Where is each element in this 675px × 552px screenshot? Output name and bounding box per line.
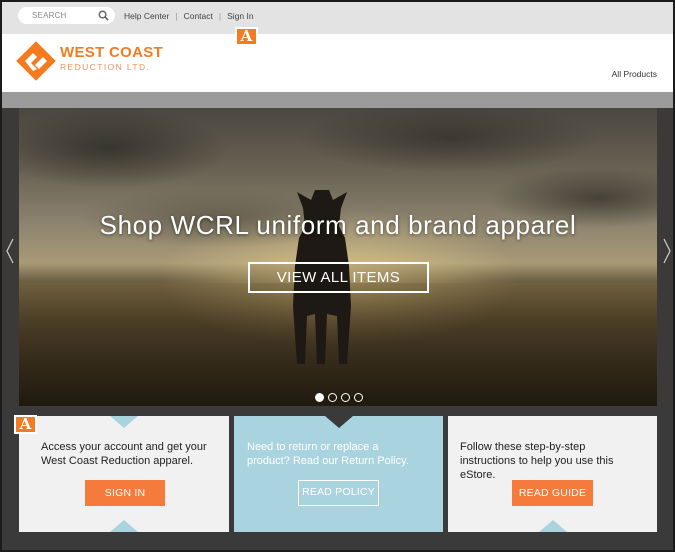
annotation-badge: A <box>14 415 37 434</box>
brand[interactable]: WEST COAST REDUCTION LTD. <box>60 44 163 73</box>
carousel-dot-4[interactable] <box>354 393 363 402</box>
hero-title: Shop WCRL uniform and brand apparel <box>99 210 577 240</box>
top-links: Help Center | Contact | Sign In <box>124 11 254 21</box>
carousel-dots <box>315 389 367 402</box>
chevron-right-icon[interactable] <box>662 237 672 265</box>
view-all-items-button[interactable]: VIEW ALL ITEMS <box>248 262 429 293</box>
browser-frame: SEARCH Help Center | Contact | Sign In WEST … <box>0 0 675 552</box>
read-guide-button[interactable]: READ GUIDE <box>512 480 593 506</box>
utility-bar: SEARCH Help Center | Contact | Sign In <box>2 2 673 34</box>
account-panel: Access your account and get your West Co… <box>19 416 229 532</box>
hero-banner: Shop WCRL uniform and brand apparel VIEW… <box>19 108 657 406</box>
chevron-left-icon[interactable] <box>5 237 15 265</box>
panel-notch <box>110 416 138 428</box>
search-placeholder: SEARCH <box>32 11 67 20</box>
company-logo[interactable] <box>16 41 56 81</box>
panel-notch <box>324 416 353 428</box>
return-policy-text: Need to return or replace a product? Rea… <box>247 441 409 467</box>
contact-link[interactable]: Contact <box>184 11 213 21</box>
guide-panel-text: Follow these step-by-step instructions t… <box>460 441 614 481</box>
brand-subtitle: REDUCTION LTD. <box>60 62 151 72</box>
carousel-dot-1[interactable] <box>315 393 324 402</box>
carousel-dot-2[interactable] <box>328 393 337 402</box>
panel-notch <box>110 520 138 532</box>
help-center-link[interactable]: Help Center <box>124 11 169 21</box>
site-header: WEST COAST REDUCTION LTD. All Products <box>2 34 673 92</box>
return-policy-panel: Need to return or replace a product? Rea… <box>234 416 443 532</box>
all-products-link[interactable]: All Products <box>612 69 657 79</box>
sign-in-button[interactable]: SIGN IN <box>85 480 165 506</box>
divider: | <box>218 11 222 21</box>
panel-notch <box>538 520 567 532</box>
search-input[interactable]: SEARCH <box>18 7 115 24</box>
brand-name: WEST COAST <box>60 44 163 61</box>
nav-strip <box>2 92 673 108</box>
divider: | <box>175 11 178 21</box>
search-icon[interactable] <box>98 10 109 21</box>
account-panel-text: Access your account and get your West Co… <box>41 441 207 467</box>
read-policy-button[interactable]: READ POLICY <box>298 480 379 506</box>
guide-panel: Follow these step-by-step instructions t… <box>448 416 657 532</box>
carousel-dot-3[interactable] <box>341 393 350 402</box>
annotation-badge: A <box>235 27 258 46</box>
sign-in-link[interactable]: Sign In <box>227 11 253 21</box>
